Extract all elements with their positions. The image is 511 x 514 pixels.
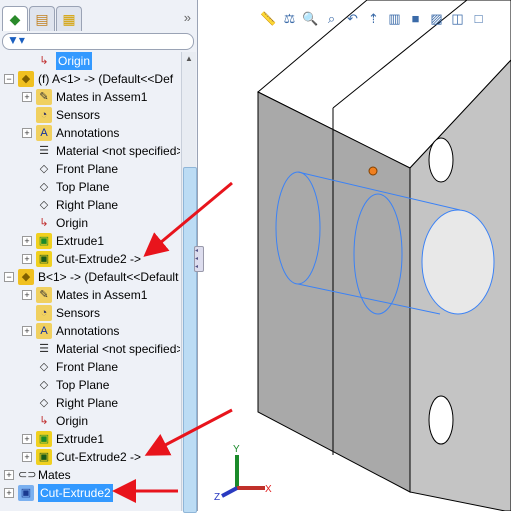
triad-y-label: Y [233, 444, 240, 455]
hole-bottom [428, 395, 454, 445]
expand-toggle[interactable]: + [22, 434, 32, 444]
configuration-manager-icon[interactable]: ▦ [56, 6, 82, 31]
expand-toggle[interactable]: + [4, 470, 14, 480]
tree-item-label: Right Plane [56, 396, 119, 410]
origin-icon: ↳ [39, 217, 49, 229]
expand-toggle[interactable]: − [4, 272, 14, 282]
expand-toggle[interactable]: + [22, 128, 32, 138]
expand-toggle[interactable]: + [22, 452, 32, 462]
sketch-point [368, 166, 378, 176]
shaded-icon[interactable]: ■ [407, 10, 424, 27]
tree-item-label: Origin [56, 216, 89, 230]
tree-item-label: Material <not specified> [56, 144, 180, 158]
expand-toggle[interactable]: + [22, 326, 32, 336]
section-view-icon[interactable]: ⇡ [365, 10, 382, 27]
plane-icon: ◇ [39, 361, 49, 373]
annotations-icon: A [36, 323, 52, 339]
tree-item-label: Annotations [56, 324, 120, 338]
annotations-icon: A [36, 125, 52, 141]
extrude-icon: ▣ [36, 233, 52, 249]
tree-item-label: Annotations [56, 126, 120, 140]
tree-item-label: Sensors [56, 108, 101, 122]
expand-toggle[interactable]: + [22, 254, 32, 264]
heads-up-toolbar: 📏 ⚖ 🔍 ⌕ ↶ ⇡ ▥ ■ ▨ ◫ □ [260, 10, 487, 28]
tree-item-label: Material <not specified> [56, 342, 180, 356]
view-orientation-icon[interactable]: ▥ [386, 10, 403, 27]
expand-toggle[interactable]: + [22, 236, 32, 246]
assembly-cut-icon: ▣ [18, 485, 34, 501]
expand-toggle[interactable]: + [4, 488, 14, 498]
hole-center [421, 209, 495, 315]
triad-z-label: Z [214, 492, 220, 503]
part-icon: ◆ [18, 71, 34, 87]
sensors-icon: ◔ [36, 107, 52, 123]
mates-folder-icon: ✎ [36, 89, 52, 105]
expand-toggle[interactable]: + [22, 92, 32, 102]
panel-tabs: ◆ ▤ ▦ » [0, 4, 197, 32]
plane-icon: ◇ [39, 163, 49, 175]
material-icon: ☰ [39, 343, 49, 355]
tree-item-label: Front Plane [56, 162, 119, 176]
plane-icon: ◇ [39, 379, 49, 391]
cut-extrude-icon: ▣ [36, 449, 52, 465]
tree-filter[interactable]: ▼▾ [2, 33, 194, 50]
mates-icon: ⊂⊃ [18, 469, 37, 481]
tree-item-label: Origin [56, 52, 93, 70]
wireframe-icon[interactable]: □ [470, 10, 487, 27]
plane-icon: ◇ [39, 199, 49, 211]
mates-folder-icon: ✎ [36, 287, 52, 303]
extrude-icon: ▣ [36, 431, 52, 447]
tree-item-label: B<1> -> (Default<<Default [38, 270, 179, 284]
zoom-to-fit-icon[interactable]: 🔍 [302, 10, 319, 27]
more-tabs-button[interactable]: » [184, 10, 191, 25]
graphics-area[interactable]: Y X Z [198, 0, 511, 512]
previous-view-icon[interactable]: ↶ [344, 10, 361, 27]
tree-item-label: Sensors [56, 306, 101, 320]
hidden-lines-icon[interactable]: ▨ [428, 10, 445, 27]
plane-icon: ◇ [39, 397, 49, 409]
tree-item-label: Cut-Extrude2 -> [56, 252, 142, 266]
tree-item-label: Cut-Extrude2 -> [56, 450, 142, 464]
tree-item-label: Extrude1 [56, 432, 105, 446]
part-icon: ◆ [18, 269, 34, 285]
tree-item-label: Extrude1 [56, 234, 105, 248]
zoom-area-icon[interactable]: ⌕ [323, 10, 340, 27]
tree-item-label: Origin [56, 414, 89, 428]
tree-item-label: (f) A<1> -> (Default<<Def [38, 72, 174, 86]
tree-item-label: Mates in Assem1 [56, 288, 148, 302]
feature-tree: ↳ Origin − ◆ (f) A<1> -> (Default<<Def + ✎ Mate… [0, 52, 180, 511]
tree-item-label: Top Plane [56, 378, 110, 392]
property-manager-icon[interactable]: ▤ [29, 6, 55, 31]
tree-item-label: Mates in Assem1 [56, 90, 148, 104]
expand-toggle[interactable]: + [22, 290, 32, 300]
plane-icon: ◇ [39, 181, 49, 193]
hole-top [428, 137, 454, 183]
tree-item-label: Mates [38, 468, 71, 482]
triad-x-label: X [265, 484, 272, 495]
model-view: Y X Z [214, 0, 511, 512]
scroll-up-button[interactable]: ▲ [182, 54, 196, 68]
mass-properties-icon[interactable]: ⚖ [281, 10, 298, 27]
feature-manager-icon[interactable]: ◆ [2, 6, 28, 31]
tree-item-label: Right Plane [56, 198, 119, 212]
tree-item-label: Top Plane [56, 180, 110, 194]
tree-item-label: Cut-Extrude2 [38, 484, 113, 502]
sensors-icon: ◔ [36, 305, 52, 321]
material-icon: ☰ [39, 145, 49, 157]
wireframe-shaded-icon[interactable]: ◫ [449, 10, 466, 27]
tree-scrollbar[interactable]: ▲ [181, 52, 197, 513]
triad: Y X Z [214, 444, 272, 503]
expand-toggle[interactable]: − [4, 74, 14, 84]
scrollbar-thumb[interactable] [183, 167, 197, 513]
measure-icon[interactable]: 📏 [260, 10, 277, 27]
origin-icon: ↳ [39, 415, 49, 427]
tree-item-label: Front Plane [56, 360, 119, 374]
cut-extrude-icon: ▣ [36, 251, 52, 267]
filter-icon: ▼▾ [7, 33, 25, 47]
feature-manager-panel: ◆ ▤ ▦ » ▼▾ ↳ Origin − ◆ (f) A<1> -> (Default… [0, 0, 198, 513]
origin-icon: ↳ [39, 55, 49, 67]
